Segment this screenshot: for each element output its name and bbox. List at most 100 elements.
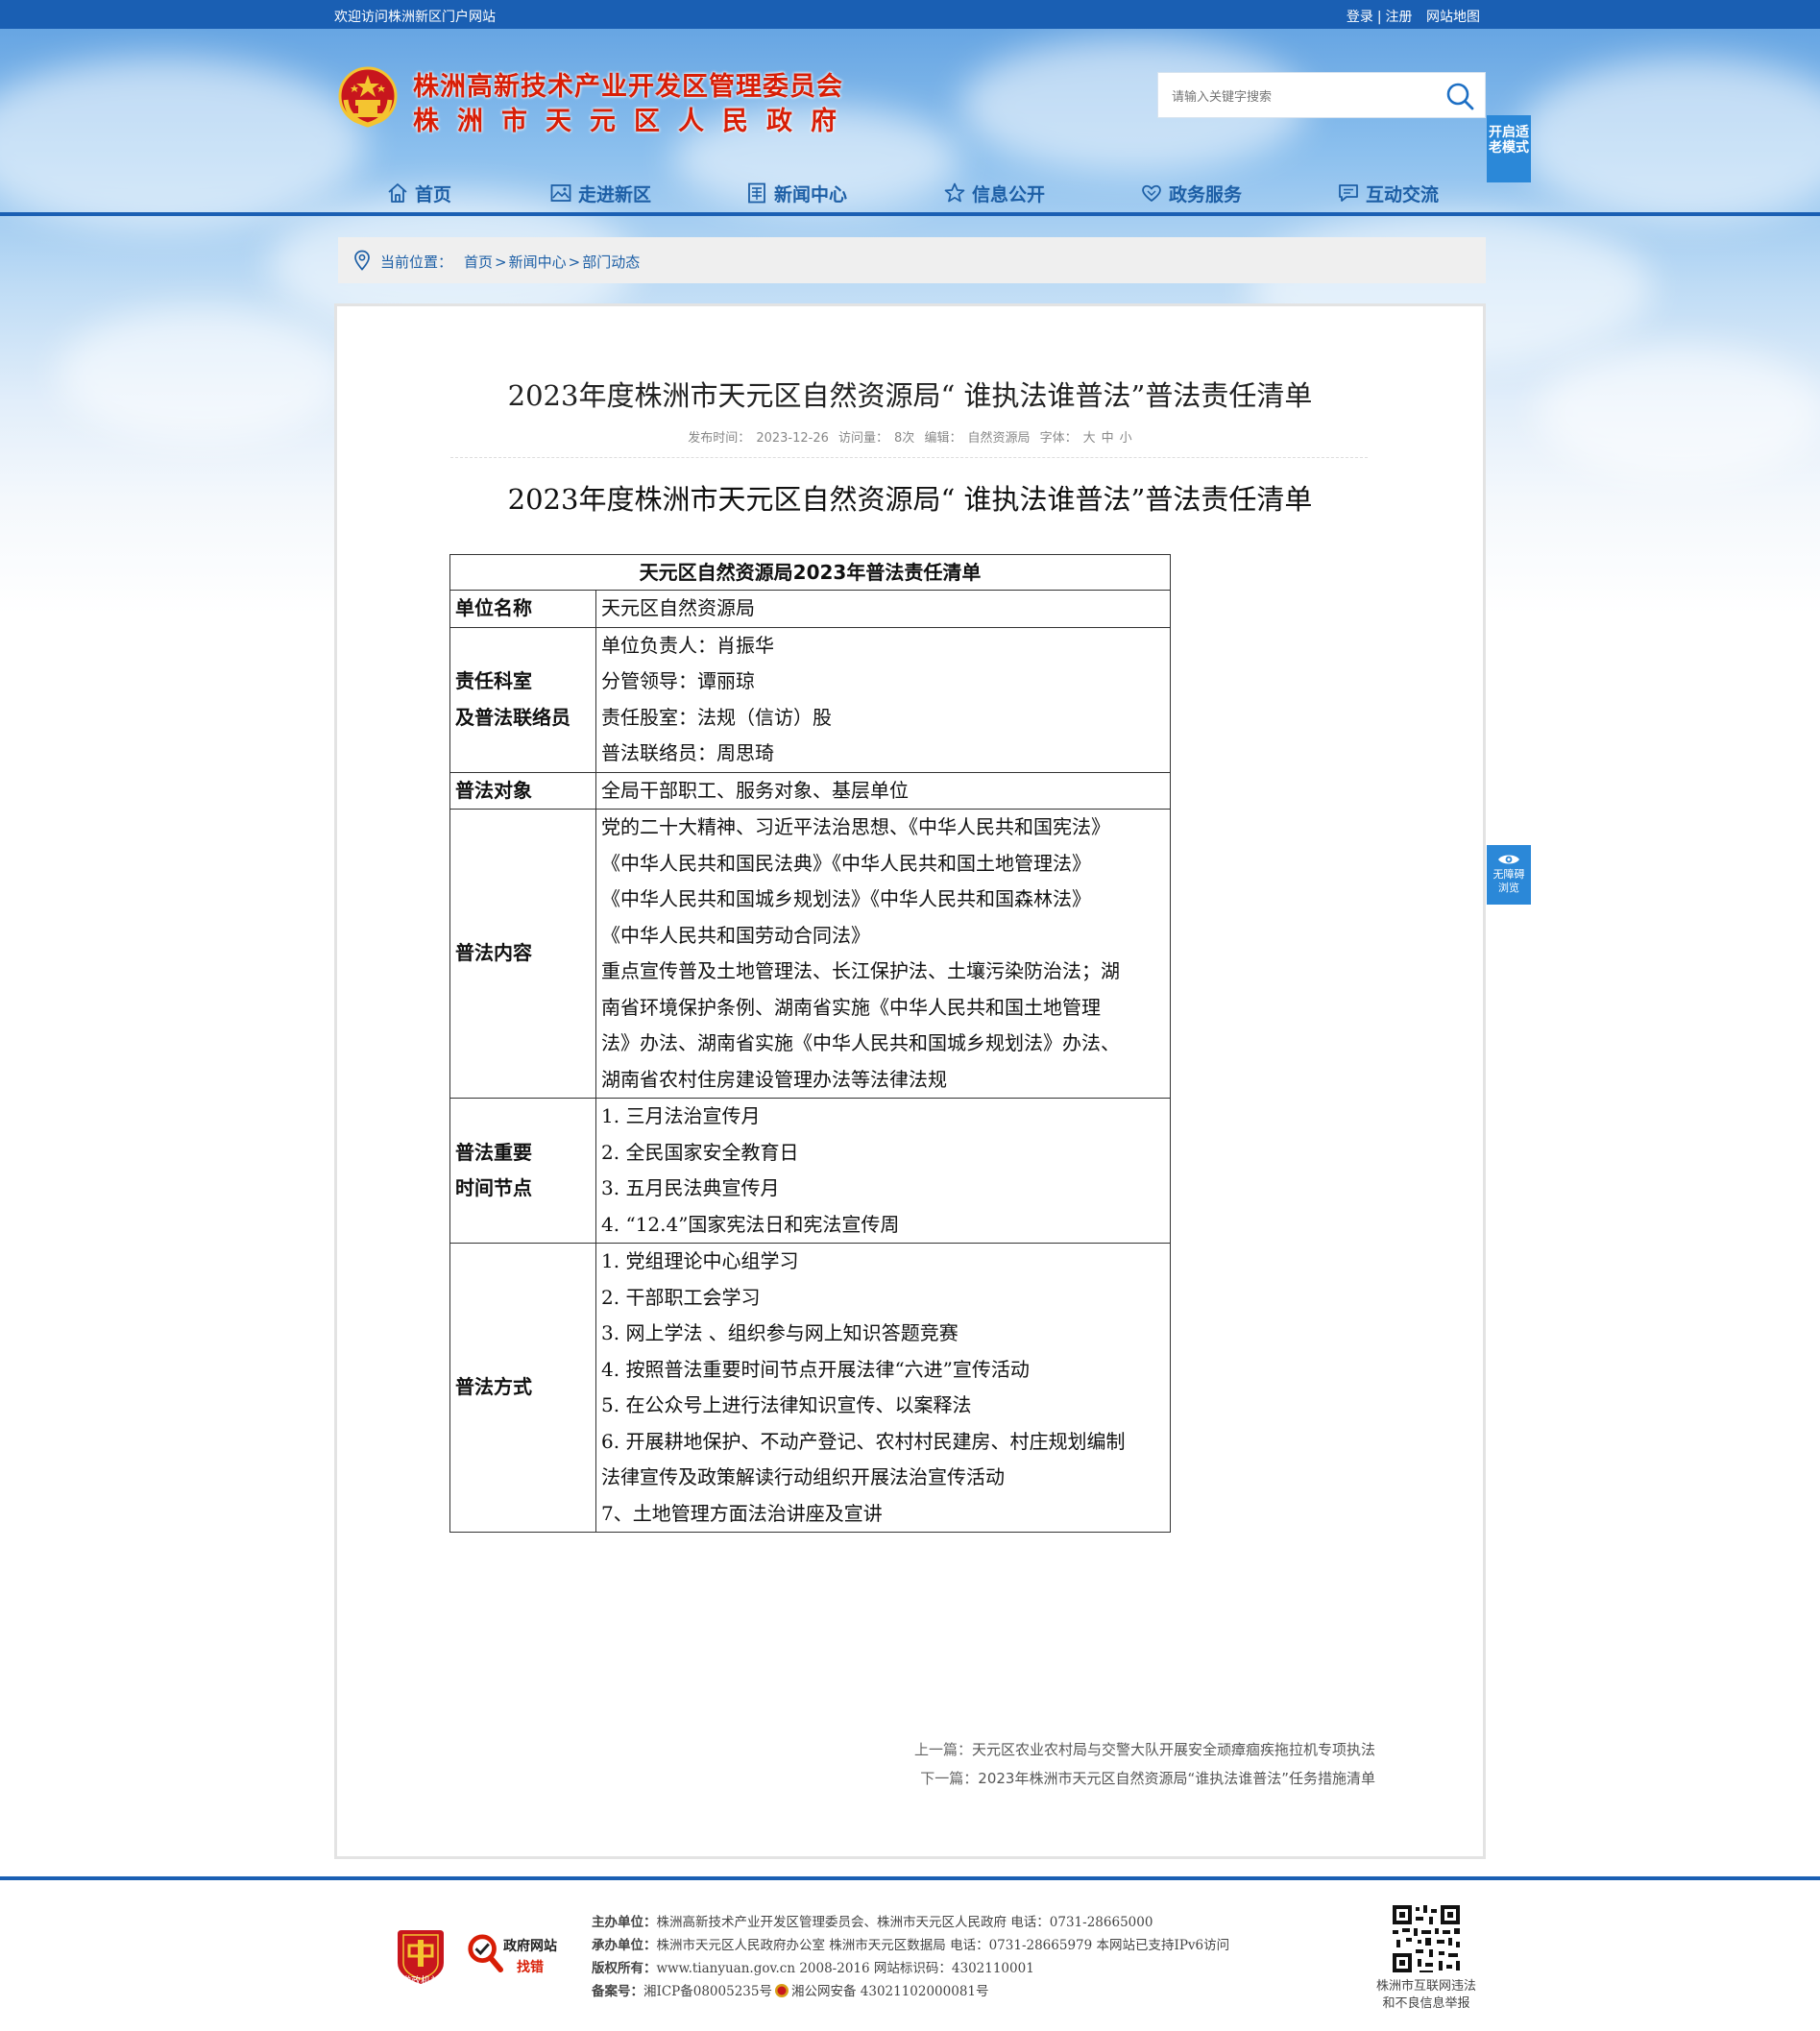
breadcrumb: 当前位置： 首页 > 新闻中心 > 部门动态 [338,237,1486,283]
accessibility-button[interactable]: 无障碍 浏览 [1487,845,1531,905]
table-row: 普法对象 全局干部职工、服务对象、基层单位 [449,771,1171,810]
row-value-line: 《中华人民共和国城乡规划法》《中华人民共和国森林法》 [601,887,1091,910]
welcome-text: 欢迎访问株洲新区门户网站 [334,10,496,25]
row-value-line: 分管领导：谭丽琼 [601,669,755,692]
breadcrumb-home[interactable]: 首页 [464,254,493,271]
police-record-link[interactable]: 湘公网安备 43021102000081号 [791,1984,989,1999]
nav-item-news[interactable]: 新闻中心 [745,177,847,209]
row-value-line: 4. “12.4”国家宪法日和宪法宣传周 [601,1212,900,1236]
nav-item-label: 走进新区 [578,183,652,206]
nav-item-disclosure[interactable]: 信息公开 [943,177,1045,209]
table-row: 普法内容 党的二十大精神、习近平法治思想、《中华人民共和国宪法》 《中华人民共和… [449,809,1171,1099]
login-link[interactable]: 登录 [1347,10,1373,25]
host-text: 株洲高新技术产业开发区管理委员会、株洲市天元区人民政府 电话：0731-2866… [656,1915,1153,1930]
row-value-line: 责任股室：法规（信访）股 [601,705,832,729]
location-pin-icon [354,250,370,271]
nav-item-about[interactable]: 走进新区 [549,177,651,209]
table-header: 天元区自然资源局2023年普法责任清单 [449,554,1171,591]
copyright-text: www.tianyuan.gov.cn 2008-2016 网站标识码：4302… [656,1961,1034,1976]
row-value: 1. 三月法治宣传月 2. 全民国家安全教育日 3. 五月民法典宣传月 4. “… [595,1098,1171,1244]
next-article-link[interactable]: 2023年株洲市天元区自然资源局“谁执法谁普法”任务措施清单 [978,1770,1375,1787]
breadcrumb-sep: > [568,254,581,271]
gov-error-report-line1: 政府网站 [503,1939,557,1954]
editor-label: 编辑： [924,431,962,446]
table-row: 责任科室 及普法联络员 单位负责人：肖振华 分管领导：谭丽琼 责任股室：法规（信访… [449,626,1171,773]
chat-icon [1339,184,1358,202]
search-icon[interactable] [1444,81,1475,111]
responsibility-table: 天元区自然资源局2023年普法责任清单 单位名称 天元区自然资源局 责任科室 及普… [449,554,1171,1533]
row-value: 全局干部职工、服务对象、基层单位 [595,771,1171,810]
views-count: 8次 [894,431,915,446]
accessibility-label-line1: 无障碍 [1492,868,1525,881]
newspaper-icon [748,182,765,204]
report-caption: 株洲市互联网违法 和不良信息举报 [1362,1978,1491,2013]
divider: | [1376,10,1382,25]
prev-label: 上一篇： [913,1741,972,1758]
row-value-line: 3. 五月民法典宣传月 [601,1176,780,1199]
row-value-line: 法律宣传及政策解读行动组织开展法治宣传活动 [601,1465,1005,1488]
row-value: 单位负责人：肖振华 分管领导：谭丽琼 责任股室：法规（信访）股 普法联络员：周思… [595,626,1171,773]
views-label: 访问量： [838,431,889,446]
sitemap-link[interactable]: 网站地图 [1426,10,1480,25]
table-row: 普法重要时间节点 1. 三月法治宣传月 2. 全民国家安全教育日 3. 五月民法… [449,1098,1171,1244]
row-value-line: 6. 开展耕地保护、不动产登记、农村村民建房、村庄规划编制 [601,1429,1126,1453]
home-icon [388,183,407,203]
nav-item-home[interactable]: 首页 [386,177,451,209]
row-value-line: 南省环境保护条例、湖南省实施《中华人民共和国土地管理 [601,995,1101,1019]
nav-item-label: 互动交流 [1366,183,1440,206]
row-key: 普法内容 [449,809,596,1099]
breadcrumb-prefix: 当前位置： [380,254,453,271]
prev-article[interactable]: 上一篇：天元区农业农村局与交警大队开展安全顽瘴痼疾拖拉机专项执法 [914,1735,1375,1764]
row-value-line: 3. 网上学法 、组织参与网上知识答题竞赛 [601,1321,959,1344]
nav-item-interaction[interactable]: 互动交流 [1337,177,1439,209]
next-label: 下一篇： [920,1770,979,1787]
site-footer: 党政机关 政府网站 找错 主办单位：株洲高新技术产业开发区管理委员会、株洲市天元… [0,1880,1820,2031]
prev-article-link[interactable]: 天元区农业农村局与交警大队开展安全顽瘴痼疾拖拉机专项执法 [972,1741,1375,1758]
breadcrumb-news[interactable]: 新闻中心 [509,254,567,271]
row-key: 普法重要 时间节点 [449,1098,596,1244]
national-emblem-icon [338,66,398,128]
row-value-line: 7、土地管理方面法治讲座及宣讲 [601,1501,883,1525]
row-value-line: 湖南省农村住房建设管理办法等法律法规 [601,1067,947,1091]
row-value-line: 普法联络员：周思琦 [601,741,774,764]
picture-icon [550,184,571,202]
prev-next-links: 上一篇：天元区农业农村局与交警大队开展安全顽瘴痼疾拖拉机专项执法 下一篇：202… [914,1735,1375,1793]
icp-label: 备案号： [592,1984,643,1999]
font-large-button[interactable]: 大 [1083,431,1096,446]
article-card: 2023年度株洲市天元区自然资源局“ 谁执法谁普法”普法责任清单 发布时间： 20… [334,303,1486,1859]
nav-item-label: 新闻中心 [774,183,848,206]
register-link[interactable]: 注册 [1386,10,1413,25]
row-value: 天元区自然资源局 [595,590,1171,628]
eye-icon [1498,855,1519,864]
row-key-line: 时间节点 [455,1176,532,1199]
account-links: 登录 | 注册 网站地图 [1345,7,1482,26]
row-value-line: 法》办法、湖南省实施《中华人民共和国城乡规划法》办法、 [601,1031,1120,1054]
next-article[interactable]: 下一篇：2023年株洲市天元区自然资源局“谁执法谁普法”任务措施清单 [914,1764,1375,1793]
nav-item-services[interactable]: 政务服务 [1140,177,1242,209]
breadcrumb-dept[interactable]: 部门动态 [582,254,640,271]
gov-error-report-line2: 找错 [517,1960,544,1975]
accessibility-label-line2: 浏览 [1498,882,1519,894]
row-key: 普法方式 [449,1243,596,1533]
search-box [1157,72,1486,118]
icp-link[interactable]: 湘ICP备08005235号 [643,1984,772,1999]
row-key-line: 普法重要 [455,1140,532,1164]
row-value-line: 单位负责人：肖振华 [601,633,774,657]
elder-mode-button[interactable]: 开启适老模式 [1487,115,1531,182]
row-value-line: 2. 全民国家安全教育日 [601,1140,799,1164]
row-value-line: 党的二十大精神、习近平法治思想、《中华人民共和国宪法》 [601,815,1110,838]
organizer-label: 承办单位： [592,1938,657,1953]
article-title: 2023年度株洲市天元区自然资源局“ 谁执法谁普法”普法责任清单 [507,379,1313,412]
nav-divider [0,212,1820,216]
row-value-line: 《中华人民共和国劳动合同法》 [601,923,870,947]
row-value-line: 1. 党组理论中心组学习 [601,1249,799,1272]
font-small-button[interactable]: 小 [1120,431,1132,446]
police-badge-icon [774,1984,789,1997]
search-input[interactable] [1172,85,1431,108]
row-key-line: 责任科室 [455,669,532,692]
article-meta: 发布时间： 2023-12-26 访问量： 8次 编辑： 自然资源局 字体： 大中小 [337,427,1483,446]
row-key: 普法对象 [449,771,596,810]
gov-error-report-badge[interactable]: 政府网站 找错 [467,1930,563,1980]
title-divider [450,457,1368,458]
font-medium-button[interactable]: 中 [1102,431,1114,446]
